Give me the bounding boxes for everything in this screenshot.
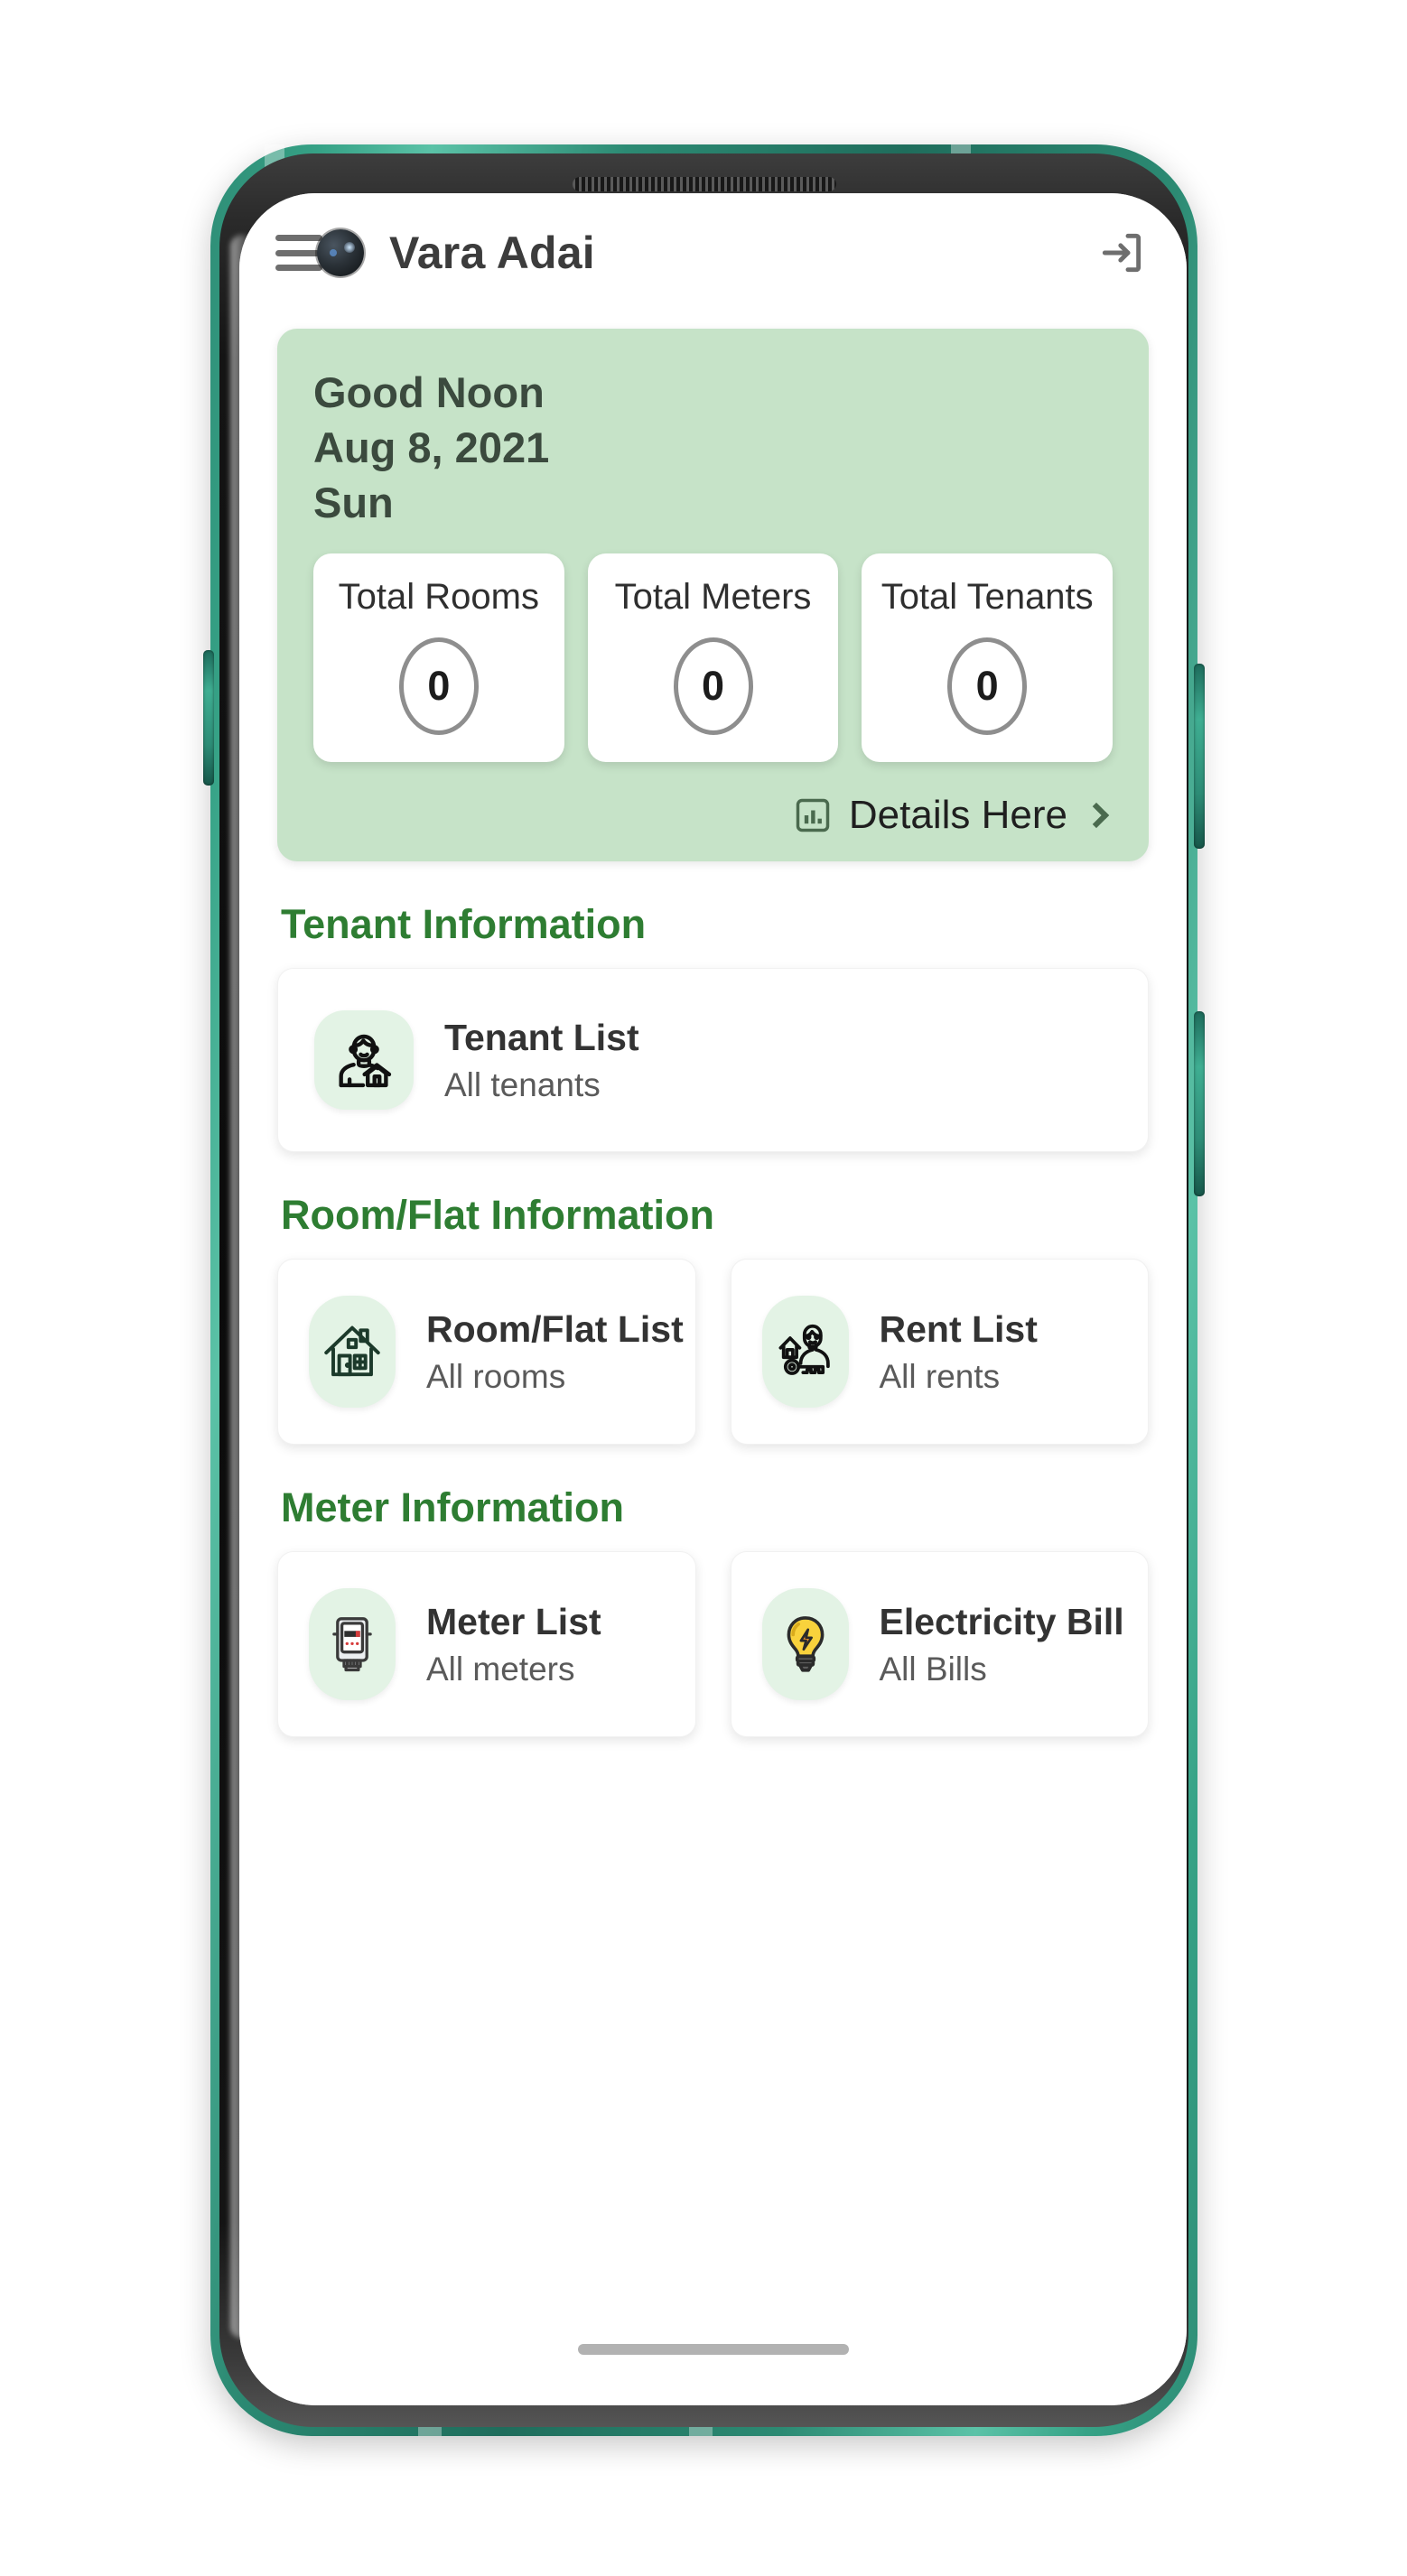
nav-card-text: Electricity Bill All Bills	[879, 1600, 1124, 1688]
hamburger-bar	[275, 249, 322, 256]
tenant-card-grid: Tenant List All tenants	[239, 968, 1187, 1153]
nav-card-electricity-bill[interactable]: Electricity Bill All Bills	[730, 1551, 1149, 1738]
phone-device-frame: Vara Adai Good Noon Aug 8, 2021 Sun Tota…	[203, 144, 1205, 2436]
stat-card-total-tenants[interactable]: Total Tenants 0	[862, 553, 1113, 763]
phone-bezel: Vara Adai Good Noon Aug 8, 2021 Sun Tota…	[219, 153, 1188, 2427]
nav-card-tenant-list[interactable]: Tenant List All tenants	[277, 968, 1149, 1153]
bar-chart-icon	[796, 799, 830, 832]
stat-value: 0	[427, 663, 451, 710]
stat-label: Total Meters	[614, 577, 812, 618]
app-bar-left-group: Vara Adai	[275, 227, 595, 279]
greeting-weekday: Sun	[313, 479, 394, 527]
nav-card-subtitle: All rooms	[426, 1358, 566, 1396]
tenant-person-house-icon	[339, 1035, 392, 1088]
icon-tile	[309, 1296, 396, 1409]
icon-tile	[761, 1588, 849, 1701]
nav-card-text: Meter List All meters	[426, 1600, 601, 1688]
stat-value-ring: 0	[947, 637, 1028, 736]
nav-card-title: Meter List	[426, 1601, 601, 1643]
front-camera-punch-hole	[317, 229, 364, 276]
details-here-link[interactable]: Details Here	[313, 793, 1113, 838]
nav-card-text: Room/Flat List All rooms	[426, 1307, 684, 1396]
stat-label: Total Tenants	[881, 577, 1094, 618]
house-icon	[324, 1325, 380, 1377]
app-root: Vara Adai Good Noon Aug 8, 2021 Sun Tota…	[239, 193, 1187, 2405]
logout-icon	[1102, 233, 1141, 273]
side-button-left[interactable]	[203, 650, 214, 786]
section-title-room-flat-information: Room/Flat Information	[281, 1192, 714, 1239]
stat-value: 0	[975, 663, 999, 710]
details-here-label: Details Here	[848, 793, 1067, 838]
nav-card-rent-list[interactable]: Rent List All rents	[730, 1259, 1149, 1446]
nav-card-text: Tenant List All tenants	[444, 1016, 639, 1104]
electric-meter-icon	[332, 1617, 372, 1672]
nav-card-title: Tenant List	[444, 1017, 639, 1059]
power-button[interactable]	[1194, 1011, 1205, 1196]
greeting-card: Good Noon Aug 8, 2021 Sun Total Rooms 0	[277, 329, 1149, 862]
stat-label: Total Rooms	[338, 577, 539, 618]
nav-card-text: Rent List All rents	[880, 1307, 1038, 1396]
app-bar: Vara Adai	[239, 193, 1187, 312]
stat-value: 0	[701, 663, 725, 710]
nav-card-title: Rent List	[879, 1308, 1038, 1351]
hamburger-bar	[275, 265, 322, 271]
chevron-right-icon	[1083, 803, 1110, 829]
stat-card-total-rooms[interactable]: Total Rooms 0	[313, 553, 564, 763]
section-title-meter-information: Meter Information	[281, 1484, 625, 1531]
nav-card-subtitle: All tenants	[444, 1066, 601, 1104]
nav-card-meter-list[interactable]: Meter List All meters	[277, 1551, 696, 1738]
stat-value-ring: 0	[673, 637, 753, 736]
meter-card-grid: Meter List All meters Electricity Bill A…	[239, 1551, 1187, 1738]
nav-card-room-flat-list[interactable]: Room/Flat List All rooms	[277, 1259, 696, 1446]
lightbulb-bolt-icon	[787, 1616, 824, 1672]
nav-card-subtitle: All meters	[426, 1651, 575, 1688]
room-flat-card-grid: Room/Flat List All rooms Rent List All r…	[239, 1259, 1187, 1446]
nav-card-title: Electricity Bill	[879, 1601, 1124, 1643]
nav-card-subtitle: All Bills	[879, 1651, 987, 1688]
greeting-salutation: Good Noon	[313, 368, 545, 416]
stats-row: Total Rooms 0 Total Meters 0 Total Tenan…	[313, 553, 1113, 763]
logout-button[interactable]	[1096, 228, 1147, 278]
section-title-tenant-information: Tenant Information	[281, 901, 647, 948]
stat-card-total-meters[interactable]: Total Meters 0	[587, 553, 839, 763]
home-gesture-bar[interactable]	[577, 2344, 849, 2355]
screenshot-canvas: Vara Adai Good Noon Aug 8, 2021 Sun Tota…	[0, 0, 1407, 2576]
earpiece-speaker	[572, 177, 836, 191]
nav-card-title: Room/Flat List	[426, 1308, 684, 1351]
page-title: Vara Adai	[389, 228, 595, 278]
person-key-house-icon	[778, 1325, 830, 1376]
hamburger-menu-icon[interactable]	[275, 235, 322, 271]
nav-card-subtitle: All rents	[879, 1358, 1001, 1396]
icon-tile	[314, 1010, 414, 1111]
stat-value-ring: 0	[398, 637, 479, 736]
greeting-date: Aug 8, 2021	[313, 423, 550, 472]
icon-tile	[761, 1296, 849, 1409]
icon-tile	[309, 1588, 396, 1701]
phone-screen: Vara Adai Good Noon Aug 8, 2021 Sun Tota…	[239, 193, 1187, 2405]
hamburger-bar	[275, 235, 322, 241]
volume-button[interactable]	[1194, 664, 1205, 849]
